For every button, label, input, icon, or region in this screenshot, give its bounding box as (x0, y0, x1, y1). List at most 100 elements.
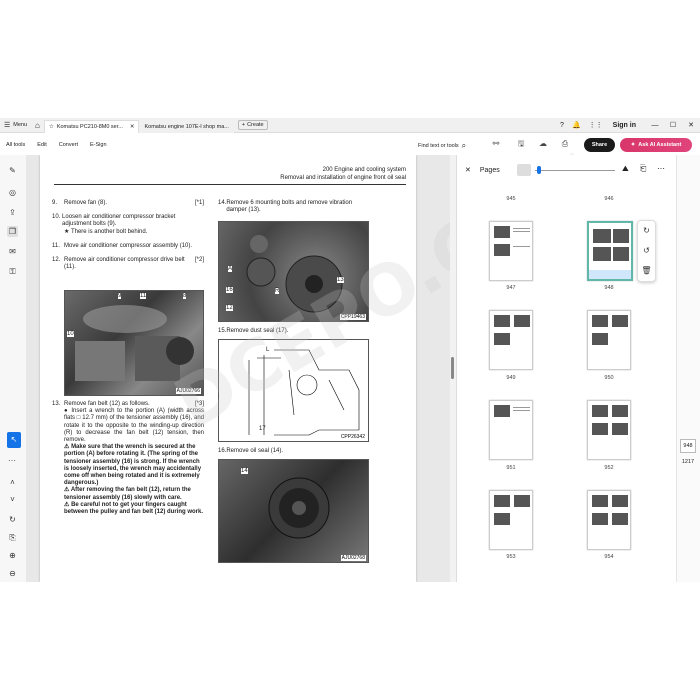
page-thumbnail[interactable] (489, 310, 533, 370)
refresh-icon[interactable]: ↻ (7, 514, 18, 525)
close-panel-icon[interactable]: ✕ (465, 166, 471, 174)
photo-caption: CPP19463 (339, 314, 366, 320)
step-14: 14. Remove 6 mounting bolts and remove vi… (218, 200, 370, 214)
rotate-clockwise-icon[interactable]: ↻ (638, 221, 655, 241)
star-bullet-icon: ★ (64, 228, 70, 235)
page-number-label: 952 (604, 465, 614, 471)
step-number: 14. (218, 200, 227, 206)
toolbar-convert[interactable]: Convert (53, 142, 84, 148)
zoom-in-icon[interactable]: ⊕ (7, 550, 18, 561)
save-icon[interactable]: 🖫 (516, 139, 526, 149)
page-thumbnail[interactable] (489, 490, 533, 550)
page-thumbnail[interactable] (489, 221, 533, 281)
pages-panel-header: ✕ Pages ⛰ ⎗ ⋯ (457, 155, 677, 185)
tab-label: Komatsu PC210-8M0 ser... (56, 123, 123, 130)
rotate-counterclockwise-icon[interactable]: ↺ (638, 241, 655, 261)
toolbar-all-tools[interactable]: All tools (0, 142, 31, 148)
apps-grid-icon[interactable]: ⋮⋮ (585, 118, 607, 133)
export-icon[interactable]: ⇪ (7, 207, 18, 218)
page-number-label: 947 (506, 285, 516, 291)
page-thumbnail[interactable] (489, 400, 533, 460)
more-tools-icon[interactable]: ⋯ (8, 456, 16, 465)
upload-cloud-icon[interactable]: ☁ (538, 139, 548, 149)
ai-chat-icon[interactable]: ◎ (7, 187, 18, 198)
step-text: Loosen air conditioner compressor bracke… (62, 214, 176, 228)
sign-in-button[interactable]: Sign in (613, 122, 636, 129)
tab-komatsu-107e[interactable]: Komatsu engine 107E-l shop ma... (139, 119, 234, 133)
total-pages-label: 1217 (681, 459, 695, 465)
step-text: Remove dust seal (17). (226, 328, 289, 334)
pages-icon[interactable]: ❐ (7, 226, 18, 237)
warning-icon: ⚠ (64, 444, 70, 451)
document-viewport[interactable]: 200 Engine and cooling system Removal an… (26, 155, 450, 582)
photo-oil-seal: 14 AJU02768 (218, 459, 369, 563)
page-thumbnail[interactable] (587, 310, 631, 370)
dust-seal-drawing (248, 349, 360, 436)
page-up-icon[interactable]: ˄ (7, 477, 18, 488)
photo-caption: AJU02768 (340, 555, 366, 561)
minimize-icon[interactable]: — (646, 122, 664, 129)
toolbar-edit[interactable]: Edit (31, 142, 52, 148)
more-options-icon[interactable]: ⋯ (657, 164, 665, 173)
step-number: 9. (52, 200, 58, 206)
page-number-label: 946 (604, 196, 614, 202)
print-icon[interactable]: ⎙ (560, 139, 570, 149)
callout-label: 13 (337, 277, 344, 283)
warning-2: ⚠ After removing the fan belt (12), retu… (52, 487, 204, 501)
slider-handle[interactable] (537, 166, 541, 174)
home-icon[interactable]: ⌂ (31, 118, 44, 133)
warning-3: ⚠ Be careful not to get your fingers cau… (52, 502, 204, 516)
search-icon: ⌕ (461, 141, 467, 150)
copy-icon[interactable]: ⎘ (7, 532, 18, 543)
page-thumbnail[interactable] (587, 490, 631, 550)
close-icon[interactable]: ✕ (130, 124, 135, 130)
page-options-icon[interactable]: ⎗ (640, 164, 646, 174)
delete-page-icon[interactable]: 🗑 (638, 261, 655, 281)
find-label: Find text or tools (418, 143, 459, 149)
ask-ai-button[interactable]: ✦ Ask AI Assistant (620, 138, 692, 152)
maximize-icon[interactable]: ☐ (664, 121, 682, 129)
thumb-size-slider[interactable] (535, 170, 615, 171)
star-icon[interactable]: ☆ (49, 124, 54, 130)
select-cursor-icon[interactable]: ↖ (7, 432, 21, 448)
share-button[interactable]: Share (584, 138, 615, 152)
scrollbar-thumb[interactable] (451, 357, 454, 379)
page-number-label: 953 (506, 554, 516, 560)
current-page-input[interactable]: 948 (680, 439, 696, 453)
step-text: Remove fan belt (12) as follows. (64, 401, 150, 407)
thumb-size-large-icon[interactable]: ⛰ (622, 164, 629, 174)
photo-damper-illustration (246, 235, 343, 313)
photo-damper: A 16 R 12 13 CPP19463 (218, 221, 369, 322)
window-close-icon[interactable]: ✕ (682, 121, 700, 129)
create-button[interactable]: + Create (237, 120, 268, 130)
callout-label: 12 (226, 305, 233, 311)
page-number-label: 949 (506, 375, 516, 381)
protect-icon[interactable]: ⚿ (7, 266, 18, 277)
comments-icon[interactable]: ✉ (7, 246, 18, 257)
tab-komatsu-pc210[interactable]: ☆ Komatsu PC210-8M0 ser... ✕ (43, 119, 140, 133)
menu-button[interactable]: ☰ Menu (0, 118, 31, 133)
page-number-label: 948 (604, 285, 614, 291)
callout-label: 14 (241, 468, 248, 474)
page-thumbnail[interactable] (587, 400, 631, 460)
step-text: Remove oil seal (14). (226, 448, 284, 454)
step-15: 15. Remove dust seal (17). (218, 328, 370, 335)
edit-pdf-icon[interactable]: ✎ (7, 165, 18, 176)
page-number-label: 950 (604, 375, 614, 381)
callout-label: 9 (118, 293, 122, 299)
help-icon[interactable]: ? (556, 118, 568, 133)
bell-icon[interactable]: 🔔 (568, 118, 585, 133)
zoom-out-icon[interactable]: ⊖ (7, 568, 18, 579)
page-number-label: 945 (506, 196, 516, 202)
tab-label: Komatsu engine 107E-l shop ma... (144, 123, 229, 130)
page-thumbnail-selected[interactable] (587, 221, 633, 281)
find-text-tools[interactable]: Find text or tools ⌕ (418, 141, 466, 151)
toolbar-esign[interactable]: E-Sign (84, 142, 113, 148)
step-text: Move air conditioner compressor assembly… (64, 242, 193, 249)
thumb-size-small-icon[interactable] (517, 164, 531, 176)
page-down-icon[interactable]: ˅ (7, 494, 18, 505)
header-divider (54, 184, 406, 185)
thumbnail-actions: ↻ ↺ 🗑 (637, 220, 656, 282)
warning-text: Be careful not to get your fingers caugh… (64, 501, 204, 516)
link-icon[interactable]: ⚯ (491, 139, 501, 149)
